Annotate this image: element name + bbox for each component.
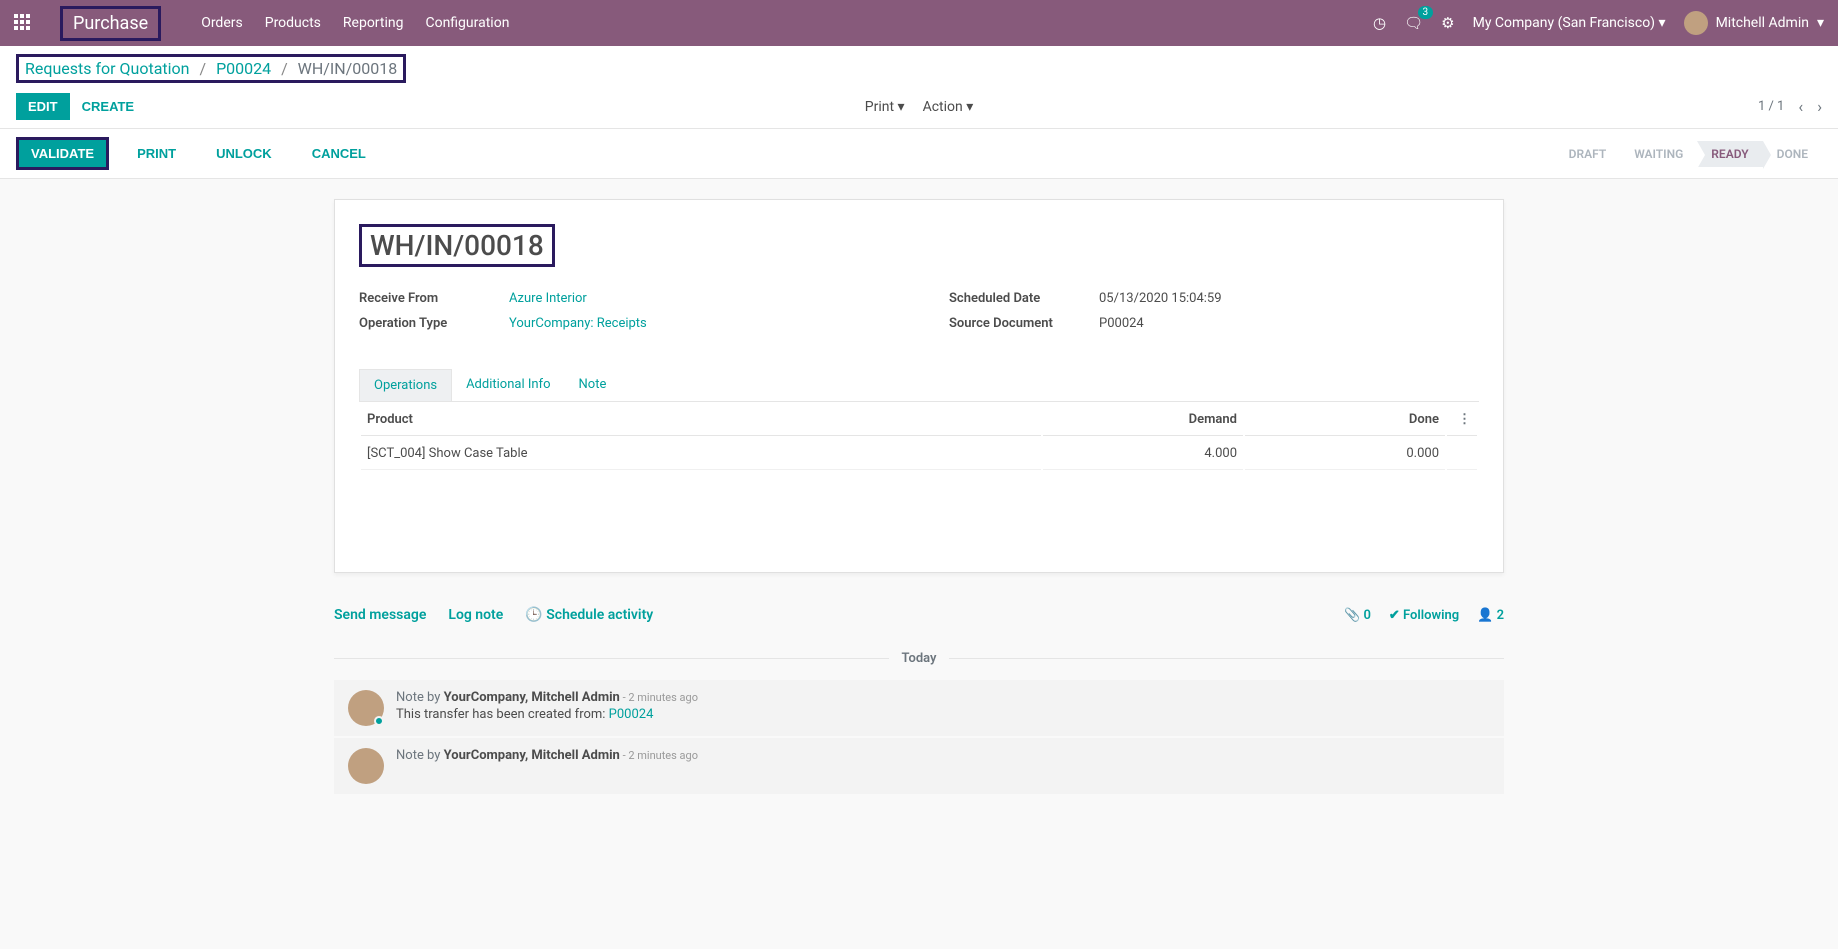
avatar bbox=[348, 748, 384, 784]
followers-count[interactable]: 👤 2 bbox=[1477, 608, 1504, 623]
breadcrumb-parent[interactable]: P00024 bbox=[216, 59, 271, 78]
paperclip-icon: 📎 bbox=[1344, 608, 1360, 623]
print-button[interactable]: PRINT bbox=[125, 140, 188, 167]
person-icon: 👤 bbox=[1477, 608, 1493, 623]
check-icon: ✔ bbox=[1389, 608, 1400, 623]
avatar bbox=[1684, 11, 1708, 35]
status-ready[interactable]: READY bbox=[1697, 141, 1762, 167]
msg-author: YourCompany, Mitchell Admin bbox=[444, 690, 620, 705]
msg-author: YourCompany, Mitchell Admin bbox=[444, 748, 620, 763]
schedule-activity-button[interactable]: 🕒 Schedule activity bbox=[525, 607, 653, 623]
msg-time: - 2 minutes ago bbox=[620, 749, 698, 762]
messages-icon[interactable]: 🗨3 bbox=[1404, 14, 1423, 32]
record-title: WH/IN/00018 bbox=[370, 229, 544, 262]
chatter: Send message Log note 🕒 Schedule activit… bbox=[334, 593, 1504, 794]
form-sheet: WH/IN/00018 Receive From Azure Interior … bbox=[334, 199, 1504, 573]
tab-operations[interactable]: Operations bbox=[359, 369, 452, 401]
msg-content: This transfer has been created from: bbox=[396, 707, 609, 722]
source-document-label: Source Document bbox=[949, 316, 1099, 331]
receive-from-value[interactable]: Azure Interior bbox=[509, 291, 587, 306]
status-bar: VALIDATE PRINT UNLOCK CANCEL DRAFT WAITI… bbox=[0, 129, 1838, 179]
action-dropdown[interactable]: Action ▾ bbox=[923, 99, 974, 115]
receive-from-label: Receive From bbox=[359, 291, 509, 306]
menu-orders[interactable]: Orders bbox=[201, 15, 243, 31]
source-document-value: P00024 bbox=[1099, 316, 1144, 331]
menu-reporting[interactable]: Reporting bbox=[343, 15, 404, 31]
clock-icon[interactable]: ◷ bbox=[1373, 14, 1386, 32]
top-navbar: Purchase Orders Products Reporting Confi… bbox=[0, 0, 1838, 46]
cell-demand: 4.000 bbox=[1043, 438, 1243, 470]
form-tabs: Operations Additional Info Note bbox=[359, 369, 1479, 402]
operations-table: Product Demand Done ⋮ [SCT_004] Show Cas… bbox=[359, 402, 1479, 472]
validate-button[interactable]: VALIDATE bbox=[19, 140, 106, 167]
tab-additional-info[interactable]: Additional Info bbox=[452, 369, 564, 401]
operation-type-label: Operation Type bbox=[359, 316, 509, 331]
tab-note[interactable]: Note bbox=[565, 369, 621, 401]
pager-next-icon[interactable]: › bbox=[1817, 97, 1822, 116]
cell-product: [SCT_004] Show Case Table bbox=[361, 438, 1041, 470]
main-menu: Orders Products Reporting Configuration bbox=[201, 15, 509, 31]
col-demand: Demand bbox=[1043, 404, 1243, 436]
unlock-button[interactable]: UNLOCK bbox=[204, 140, 284, 167]
create-button[interactable]: CREATE bbox=[70, 93, 146, 120]
scheduled-date-value: 05/13/2020 15:04:59 bbox=[1099, 291, 1222, 306]
date-divider: Today bbox=[334, 651, 1504, 666]
apps-icon[interactable] bbox=[14, 14, 32, 32]
messages-badge: 3 bbox=[1418, 6, 1434, 19]
following-button[interactable]: ✔ Following bbox=[1389, 608, 1459, 623]
app-brand[interactable]: Purchase bbox=[60, 6, 161, 41]
cancel-button[interactable]: CANCEL bbox=[300, 140, 378, 167]
gift-icon[interactable]: ⚙ bbox=[1441, 14, 1454, 32]
send-message-button[interactable]: Send message bbox=[334, 607, 426, 623]
col-product: Product bbox=[361, 404, 1041, 436]
operation-type-value[interactable]: YourCompany: Receipts bbox=[509, 316, 647, 331]
chatter-message: Note by YourCompany, Mitchell Admin - 2 … bbox=[334, 738, 1504, 794]
breadcrumb-root[interactable]: Requests for Quotation bbox=[25, 59, 190, 78]
clock-icon: 🕒 bbox=[525, 607, 546, 623]
table-row[interactable]: [SCT_004] Show Case Table 4.000 0.000 bbox=[361, 438, 1477, 470]
pager: 1 / 1 bbox=[1758, 99, 1784, 114]
menu-products[interactable]: Products bbox=[265, 15, 321, 31]
msg-prefix: Note by bbox=[396, 690, 444, 705]
company-selector[interactable]: My Company (San Francisco) ▾ bbox=[1473, 15, 1666, 31]
status-flow: DRAFT WAITING READY DONE bbox=[1555, 141, 1822, 167]
attachments-count[interactable]: 📎 0 bbox=[1344, 608, 1371, 623]
msg-prefix: Note by bbox=[396, 748, 444, 763]
control-panel: Requests for Quotation / P00024 / WH/IN/… bbox=[0, 46, 1838, 129]
col-done: Done bbox=[1245, 404, 1445, 436]
avatar bbox=[348, 690, 384, 726]
log-note-button[interactable]: Log note bbox=[448, 607, 503, 623]
scheduled-date-label: Scheduled Date bbox=[949, 291, 1099, 306]
chatter-message: Note by YourCompany, Mitchell Admin - 2 … bbox=[334, 680, 1504, 736]
table-options-icon[interactable]: ⋮ bbox=[1458, 412, 1471, 427]
status-waiting[interactable]: WAITING bbox=[1620, 141, 1697, 167]
pager-prev-icon[interactable]: ‹ bbox=[1798, 97, 1803, 116]
breadcrumb: Requests for Quotation / P00024 / WH/IN/… bbox=[25, 59, 397, 78]
msg-link[interactable]: P00024 bbox=[609, 707, 654, 722]
cell-done: 0.000 bbox=[1245, 438, 1445, 470]
user-menu[interactable]: Mitchell Admin ▾ bbox=[1684, 11, 1824, 35]
breadcrumb-current: WH/IN/00018 bbox=[298, 59, 398, 78]
status-done[interactable]: DONE bbox=[1763, 141, 1822, 167]
menu-configuration[interactable]: Configuration bbox=[425, 15, 509, 31]
status-draft[interactable]: DRAFT bbox=[1555, 141, 1621, 167]
edit-button[interactable]: EDIT bbox=[16, 93, 70, 120]
print-dropdown[interactable]: Print ▾ bbox=[865, 99, 905, 115]
msg-time: - 2 minutes ago bbox=[620, 691, 698, 704]
